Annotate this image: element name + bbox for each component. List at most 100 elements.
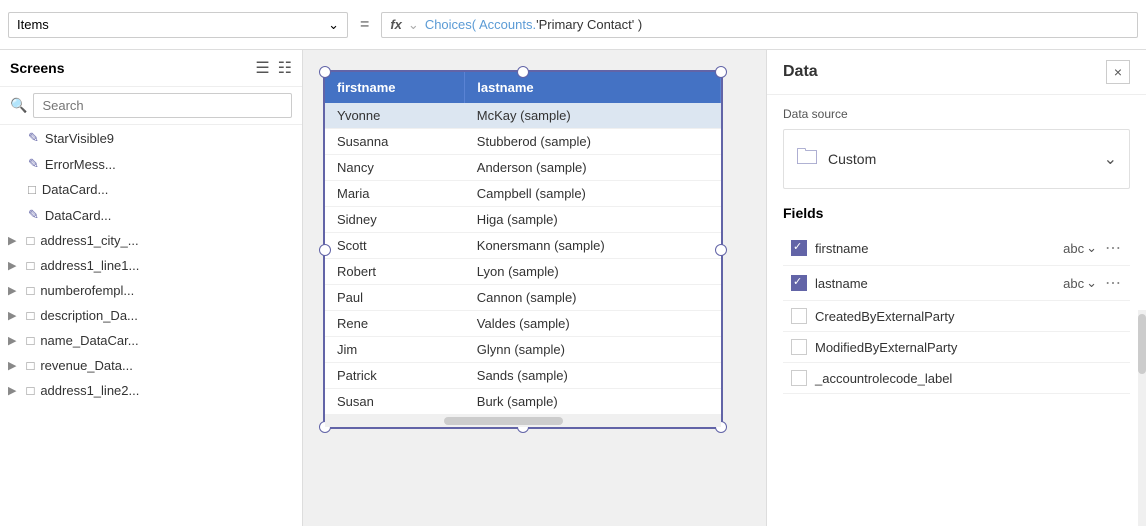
gallery-body: YvonneMcKay (sample)SusannaStubberod (sa… <box>325 103 721 415</box>
field-row-modifiedbyexternalparty: ModifiedByExternalParty <box>783 332 1130 363</box>
card-icon: □ <box>26 283 34 298</box>
field-type-lastname[interactable]: abc ⌄ <box>1063 275 1097 291</box>
table-row[interactable]: SusannaStubberod (sample) <box>325 129 721 155</box>
field-type-firstname[interactable]: abc ⌄ <box>1063 240 1097 256</box>
edit-icon: ✎ <box>28 156 39 172</box>
expand-icon[interactable]: ▶ <box>8 359 16 372</box>
table-row[interactable]: PaulCannon (sample) <box>325 285 721 311</box>
sidebar-item-address1-line1[interactable]: ▶ □ address1_line1... <box>0 253 302 278</box>
field-name-createdbyexternalparty: CreatedByExternalParty <box>815 309 1122 324</box>
formula-bar[interactable]: fx ⌄ Choices( Accounts.'Primary Contact'… <box>381 12 1138 38</box>
table-row[interactable]: YvonneMcKay (sample) <box>325 103 721 129</box>
sidebar-item-name-datacar[interactable]: ▶ □ name_DataCar... <box>0 328 302 353</box>
cell-10-1: Sands (sample) <box>465 363 721 389</box>
sidebar-item-star-visible9[interactable]: ✎ StarVisible9 <box>0 125 302 151</box>
datasource-chevron-icon: ⌄ <box>1104 149 1117 169</box>
right-panel-body: Data source 🗀 Custom ⌄ Fields firstname … <box>767 95 1146 526</box>
cell-0-0: Yvonne <box>325 103 465 129</box>
handle-mid-left[interactable] <box>319 244 331 256</box>
field-checkbox-createdbyexternalparty[interactable] <box>791 308 807 324</box>
fx-icon[interactable]: fx <box>390 17 402 32</box>
table-row[interactable]: SusanBurk (sample) <box>325 389 721 415</box>
expand-icon[interactable]: ▶ <box>8 234 16 247</box>
table-row[interactable]: PatrickSands (sample) <box>325 363 721 389</box>
col-header-firstname: firstname <box>325 72 465 103</box>
field-checkbox-firstname[interactable] <box>791 240 807 256</box>
type-chevron-icon: ⌄ <box>1086 275 1097 291</box>
fx-separator: ⌄ <box>408 17 419 33</box>
cell-8-1: Valdes (sample) <box>465 311 721 337</box>
cell-8-0: Rene <box>325 311 465 337</box>
database-icon: 🗀 <box>796 140 818 178</box>
field-row-lastname: lastname abc ⌄ ⋯ <box>783 266 1130 301</box>
table-row[interactable]: ReneValdes (sample) <box>325 311 721 337</box>
field-checkbox-modifiedbyexternalparty[interactable] <box>791 339 807 355</box>
handle-mid-right[interactable] <box>715 244 727 256</box>
search-input[interactable] <box>33 93 292 118</box>
field-row-createdbyexternalparty: CreatedByExternalParty <box>783 301 1130 332</box>
table-row[interactable]: JimGlynn (sample) <box>325 337 721 363</box>
sidebar-item-address1-city[interactable]: ▶ □ address1_city_... <box>0 228 302 253</box>
expand-icon[interactable]: ▶ <box>8 259 16 272</box>
expand-icon[interactable]: ▶ <box>8 284 16 297</box>
table-row[interactable]: SidneyHiga (sample) <box>325 207 721 233</box>
sidebar-header: Screens ☰ ☷ <box>0 50 302 87</box>
type-chevron-icon: ⌄ <box>1086 240 1097 256</box>
equals-sign: = <box>356 16 373 34</box>
main-content: Screens ☰ ☷ 🔍 ✎ StarVisible9 ✎ ErrorMess… <box>0 50 1146 526</box>
cell-6-0: Robert <box>325 259 465 285</box>
sidebar-items: ✎ StarVisible9 ✎ ErrorMess... □ DataCard… <box>0 125 302 526</box>
top-bar: Items ⌄ = fx ⌄ Choices( Accounts.'Primar… <box>0 0 1146 50</box>
cell-1-1: Stubberod (sample) <box>465 129 721 155</box>
handle-top-right[interactable] <box>715 66 727 78</box>
sidebar-item-datacard-1[interactable]: □ DataCard... <box>0 177 302 202</box>
sidebar-item-error-mess[interactable]: ✎ ErrorMess... <box>0 151 302 177</box>
cell-9-1: Glynn (sample) <box>465 337 721 363</box>
cell-10-0: Patrick <box>325 363 465 389</box>
gallery-scrollbar-thumb[interactable] <box>444 417 563 425</box>
right-panel-scrollbar[interactable] <box>1138 310 1146 526</box>
sidebar-item-address1-line2[interactable]: ▶ □ address1_line2... <box>0 378 302 403</box>
field-checkbox-accountrolecode[interactable] <box>791 370 807 386</box>
field-row-accountrolecode: _accountrolecode_label <box>783 363 1130 394</box>
gallery-scrollbar[interactable] <box>325 415 721 427</box>
close-button[interactable]: × <box>1106 60 1130 84</box>
card-icon: □ <box>26 383 34 398</box>
table-row[interactable]: MariaCampbell (sample) <box>325 181 721 207</box>
data-source-card[interactable]: 🗀 Custom ⌄ <box>783 129 1130 189</box>
expand-icon[interactable]: ▶ <box>8 334 16 347</box>
right-panel-scrollbar-thumb[interactable] <box>1138 314 1146 374</box>
gallery-container[interactable]: firstname lastname YvonneMcKay (sample)S… <box>323 70 723 429</box>
field-name-lastname: lastname <box>815 276 1055 291</box>
expand-icon[interactable]: ▶ <box>8 309 16 322</box>
sidebar-item-numberofempl[interactable]: ▶ □ numberofempl... <box>0 278 302 303</box>
handle-top-mid[interactable] <box>517 66 529 78</box>
table-row[interactable]: RobertLyon (sample) <box>325 259 721 285</box>
field-more-lastname[interactable]: ⋯ <box>1105 273 1122 293</box>
sidebar: Screens ☰ ☷ 🔍 ✎ StarVisible9 ✎ ErrorMess… <box>0 50 303 526</box>
list-view-icon[interactable]: ☰ <box>255 58 269 78</box>
handle-top-left[interactable] <box>319 66 331 78</box>
cell-11-1: Burk (sample) <box>465 389 721 415</box>
cell-4-1: Higa (sample) <box>465 207 721 233</box>
card-icon: □ <box>26 358 34 373</box>
sidebar-item-revenue-data[interactable]: ▶ □ revenue_Data... <box>0 353 302 378</box>
grid-view-icon[interactable]: ☷ <box>278 58 292 78</box>
cell-0-1: McKay (sample) <box>465 103 721 129</box>
sidebar-item-description-da[interactable]: ▶ □ description_Da... <box>0 303 302 328</box>
table-row[interactable]: ScottKonersmann (sample) <box>325 233 721 259</box>
table-row[interactable]: NancyAnderson (sample) <box>325 155 721 181</box>
cell-7-0: Paul <box>325 285 465 311</box>
field-more-firstname[interactable]: ⋯ <box>1105 238 1122 258</box>
sidebar-item-datacard-2[interactable]: ✎ DataCard... <box>0 202 302 228</box>
expand-icon[interactable]: ▶ <box>8 384 16 397</box>
col-header-lastname: lastname <box>465 72 721 103</box>
items-dropdown[interactable]: Items ⌄ <box>8 12 348 38</box>
cell-5-1: Konersmann (sample) <box>465 233 721 259</box>
data-source-left: 🗀 Custom <box>796 140 876 178</box>
field-name-firstname: firstname <box>815 241 1055 256</box>
search-icon: 🔍 <box>10 97 27 114</box>
field-checkbox-lastname[interactable] <box>791 275 807 291</box>
right-panel-header: Data × <box>767 50 1146 95</box>
card-icon: □ <box>28 182 36 197</box>
